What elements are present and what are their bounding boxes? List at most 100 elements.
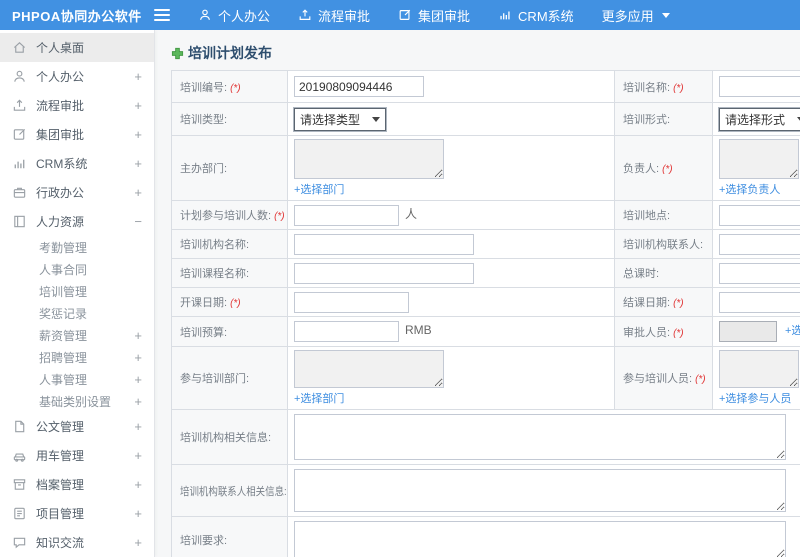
sidebar-subitem-personnel-management[interactable]: 人事管理 + xyxy=(0,368,154,390)
training-no-label: 培训编号: (*) xyxy=(171,70,288,103)
training-type-select[interactable]: 请选择类型 xyxy=(292,106,388,132)
required-marker: (*) xyxy=(230,298,241,309)
topnav-group-approval[interactable]: 集团审批 xyxy=(384,0,484,30)
topnav-label: 流程审批 xyxy=(318,8,371,24)
org-info-textarea[interactable] xyxy=(294,414,786,460)
sidebar-item-human-resources[interactable]: 人力资源 − xyxy=(0,207,154,236)
org-contact-input[interactable] xyxy=(719,233,800,255)
sidebar-item-label: 项目管理 xyxy=(36,507,85,521)
topnav-personal-office[interactable]: 个人办公 xyxy=(184,0,284,30)
sidebar-subitem-label: 奖惩记录 xyxy=(39,306,88,321)
topnav-workflow-approval[interactable]: 流程审批 xyxy=(284,0,384,30)
expand-indicator: + xyxy=(134,535,142,550)
sidebar-item-admin-office[interactable]: 行政办公 + xyxy=(0,178,154,207)
host-dept-label: 主办部门: xyxy=(171,135,288,201)
select-department-link[interactable]: +选择部门 xyxy=(294,181,608,197)
required-marker: (*) xyxy=(673,327,684,339)
row-training-type-form: 培训类型: 请选择类型 培训形式: 请选择形式 xyxy=(171,102,800,136)
sidebar-item-label: 公文管理 xyxy=(36,420,85,434)
host-dept-textarea[interactable] xyxy=(294,139,444,179)
join-dept-textarea[interactable] xyxy=(294,350,444,388)
sidebar-subitem-recruitment[interactable]: 招聘管理 + xyxy=(0,346,154,368)
required-marker: (*) xyxy=(274,211,285,222)
topnav-crm-system[interactable]: CRM系统 xyxy=(484,0,588,30)
row-org-info: 培训机构相关信息: xyxy=(171,409,800,465)
approver-input[interactable] xyxy=(719,321,777,342)
main-content: 培训计划发布 培训编号:(*) 培训名称:(*) 培训类型: 请选择类型 培训形… xyxy=(156,30,800,557)
course-name-input[interactable] xyxy=(294,262,474,284)
hr-book-icon xyxy=(14,215,25,228)
sidebar-subitem-base-category-settings[interactable]: 基础类别设置 + xyxy=(0,390,154,412)
row-host-dept-leader: 主办部门: +选择部门 负责人: (*) +选择负责人 xyxy=(171,135,800,201)
row-count-location: 计划参与培训人数: (*) 人 培训地点: xyxy=(171,200,800,230)
training-name-input[interactable] xyxy=(719,76,800,97)
sidebar-subitem-label: 招聘管理 xyxy=(39,350,88,365)
expand-indicator: + xyxy=(134,506,142,521)
sidebar-subitem-salary-management[interactable]: 薪资管理 + xyxy=(0,324,154,346)
expand-indicator: + xyxy=(134,127,142,142)
join-dept-label: 参与培训部门: xyxy=(171,346,288,410)
end-date-input[interactable] xyxy=(719,291,800,313)
app-logo: PHPOA协同办公软件 xyxy=(12,8,142,24)
planned-count-input[interactable] xyxy=(294,204,399,226)
sidebar-subitem-label: 薪资管理 xyxy=(39,328,88,343)
sidebar-item-official-documents[interactable]: 公文管理 + xyxy=(0,412,154,441)
unit-rmb: RMB xyxy=(405,323,432,338)
sidebar-subitem-reward-punishment[interactable]: 奖惩记录 xyxy=(0,302,154,324)
org-name-input[interactable] xyxy=(294,233,474,255)
chart-icon xyxy=(500,11,510,20)
expand-indicator: + xyxy=(134,393,142,409)
topnav-more-apps[interactable]: 更多应用 xyxy=(588,0,684,30)
join-people-textarea[interactable] xyxy=(719,350,799,388)
sidebar-subitem-label: 人事管理 xyxy=(39,372,88,387)
page-title: 培训计划发布 xyxy=(171,43,800,63)
sidebar-subitem-training-management[interactable]: 培训管理 xyxy=(0,280,154,302)
total-hours-label: 总课时: xyxy=(614,258,713,288)
budget-input[interactable] xyxy=(294,321,399,342)
training-form-label: 培训形式: xyxy=(614,102,713,136)
sidebar-item-vehicle-management[interactable]: 用车管理 + xyxy=(0,441,154,470)
total-hours-input[interactable] xyxy=(719,262,800,284)
leader-textarea[interactable] xyxy=(719,139,799,179)
sidebar-item-project-management[interactable]: 项目管理 + xyxy=(0,499,154,528)
select-approver-link[interactable]: +选择审批人员 xyxy=(785,322,800,338)
leader-label: 负责人: (*) xyxy=(614,135,713,201)
expand-indicator: + xyxy=(134,327,142,343)
sidebar-item-label: 行政办公 xyxy=(36,186,85,200)
menu-toggle-icon[interactable] xyxy=(154,6,170,24)
sidebar-subitem-label: 考勤管理 xyxy=(39,240,88,255)
sidebar-item-label: 个人办公 xyxy=(36,70,85,84)
expand-indicator: + xyxy=(134,69,142,84)
end-date-label: 结课日期: (*) xyxy=(614,287,713,317)
workflow-icon xyxy=(299,9,311,20)
sidebar-item-personal-office[interactable]: 个人办公 + xyxy=(0,62,154,91)
expand-indicator: + xyxy=(134,477,142,492)
start-date-input[interactable] xyxy=(294,291,409,313)
sidebar-item-crm-system[interactable]: CRM系统 + xyxy=(0,149,154,178)
knowledge-icon xyxy=(13,537,26,549)
sidebar-subitem-label: 人事合同 xyxy=(39,262,88,277)
training-form-select[interactable]: 请选择形式 xyxy=(717,106,800,132)
select-join-people-link[interactable]: +选择参与人员 xyxy=(719,390,800,406)
sidebar-subitem-attendance[interactable]: 考勤管理 xyxy=(0,236,154,258)
requirements-label: 培训要求: xyxy=(171,516,288,557)
project-icon xyxy=(14,507,25,520)
plus-icon xyxy=(171,47,184,59)
join-people-label: 参与培训人员: (*) xyxy=(614,346,713,410)
requirements-textarea[interactable] xyxy=(294,520,786,557)
location-input[interactable] xyxy=(719,204,800,226)
select-leader-link[interactable]: +选择负责人 xyxy=(719,181,800,197)
sidebar-item-workflow-approval[interactable]: 流程审批 + xyxy=(0,91,154,120)
select-join-dept-link[interactable]: +选择部门 xyxy=(294,390,608,406)
car-icon xyxy=(13,453,26,462)
sidebar-item-archive-management[interactable]: 档案管理 + xyxy=(0,470,154,499)
org-contact-info-textarea[interactable] xyxy=(294,469,786,512)
sidebar-item-knowledge-exchange[interactable]: 知识交流 + xyxy=(0,528,154,557)
sidebar-subitem-hr-contract[interactable]: 人事合同 xyxy=(0,258,154,280)
approver-label: 审批人员: (*) xyxy=(614,316,713,347)
training-no-input[interactable] xyxy=(294,76,424,97)
sidebar-item-group-approval[interactable]: 集团审批 + xyxy=(0,120,154,149)
sidebar-item-personal-desktop[interactable]: 个人桌面 xyxy=(0,33,154,62)
org-contact-label: 培训机构联系人: xyxy=(614,229,713,259)
caret-down-icon xyxy=(372,116,381,122)
